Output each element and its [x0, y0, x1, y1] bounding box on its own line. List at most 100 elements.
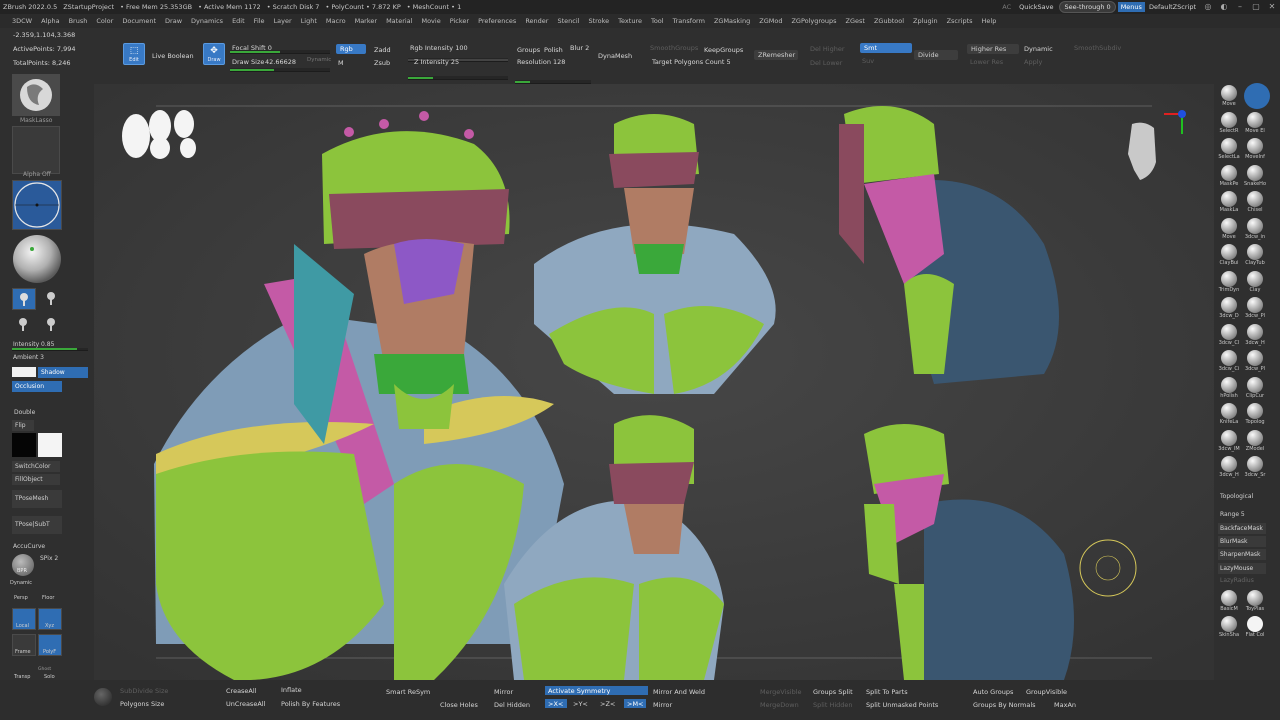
polyf-button[interactable]: PolyF [38, 634, 62, 656]
z-intensity-slider[interactable]: Z Intensity 25 [414, 58, 459, 66]
tpose-subt-button[interactable]: TPose|SubT [12, 516, 62, 534]
menu-item-color[interactable]: Color [96, 17, 113, 25]
intensity-slider[interactable]: Intensity 0.85 [13, 341, 54, 348]
menu-item-draw[interactable]: Draw [165, 17, 182, 25]
merge-visible-button[interactable]: MergeVisible [760, 688, 802, 696]
menu-item-material[interactable]: Material [386, 17, 412, 25]
fill-object-button[interactable]: FillObject [12, 474, 60, 485]
brush-13-l[interactable]: 3dcw_IM [1216, 429, 1242, 452]
close-holes-button[interactable]: Close Holes [440, 701, 478, 709]
range-slider[interactable]: Range 5 [1220, 511, 1245, 518]
menu-item-zgest[interactable]: ZGest [846, 17, 865, 25]
brush-9-r[interactable]: 3dcw_H [1242, 323, 1268, 346]
mirror-2-button[interactable]: Mirror [653, 701, 672, 709]
viewport-canvas[interactable] [94, 84, 1214, 680]
live-boolean-button[interactable]: Live Boolean [152, 52, 194, 60]
del-lower-button[interactable]: Del Lower [810, 59, 842, 67]
intensity-track[interactable] [12, 348, 88, 351]
brush-8-l[interactable]: 3dcw_D [1216, 297, 1242, 319]
brush-10-r[interactable]: 3dcw_Pl [1242, 350, 1268, 372]
material-skin-sha[interactable]: SkinSha [1216, 616, 1242, 638]
zsub-toggle[interactable]: Zsub [374, 59, 390, 67]
close-icon[interactable]: ✕ [1265, 2, 1279, 12]
ghost-button[interactable]: Ghost [38, 667, 51, 672]
menu-item-light[interactable]: Light [301, 17, 317, 25]
blur-mask-button[interactable]: BlurMask [1218, 536, 1266, 547]
polish-toggle[interactable]: Polish [544, 46, 563, 54]
primary-color-swatch[interactable] [38, 433, 62, 457]
groups-by-normals-button[interactable]: Groups By Normals [973, 701, 1036, 709]
backface-mask-toggle[interactable]: BackfaceMask [1218, 523, 1266, 534]
brush-3-r[interactable]: SnakeHo [1242, 164, 1268, 187]
brush-5-l[interactable]: Move [1216, 217, 1242, 240]
suv-toggle[interactable]: Suv [862, 57, 874, 65]
rgb-toggle[interactable]: Rgb [336, 44, 366, 54]
brush-9-l[interactable]: 3dcw_Cl [1216, 323, 1242, 346]
blur-slider[interactable]: Blur 2 [570, 44, 589, 52]
menu-item-movie[interactable]: Movie [421, 17, 440, 25]
menu-item-picker[interactable]: Picker [450, 17, 469, 25]
light-4-button[interactable] [40, 314, 62, 336]
menu-item-zplugin[interactable]: Zplugin [913, 17, 938, 25]
smooth-subdiv-slider[interactable]: SmoothSubdiv [1074, 44, 1121, 52]
groups-toggle[interactable]: Groups [517, 46, 540, 54]
max-angle-slider[interactable]: MaxAn [1054, 701, 1076, 709]
lazy-radius-slider[interactable]: LazyRadius [1220, 577, 1254, 584]
menu-item-preferences[interactable]: Preferences [478, 17, 516, 25]
switch-color-button[interactable]: SwitchColor [12, 461, 60, 472]
smart-resym-button[interactable]: Smart ReSym [386, 688, 430, 696]
target-polygons-slider[interactable]: Target Polygons Count 5 [652, 58, 731, 66]
brush-6-l[interactable]: ClayBui [1216, 244, 1242, 266]
symmetry-x-toggle[interactable]: >X< [545, 699, 567, 708]
dynamic-toggle[interactable]: Dynamic [307, 57, 331, 63]
menu-item-document[interactable]: Document [122, 17, 156, 25]
menu-item-brush[interactable]: Brush [69, 17, 88, 25]
see-through-slider[interactable]: See-through 0 [1059, 1, 1116, 13]
menu-item-zgmasking[interactable]: ZGMasking [714, 17, 750, 25]
brush-10-l[interactable]: 3dcw_Ci [1216, 350, 1242, 372]
brush-4-l[interactable]: MaskLa [1216, 191, 1242, 213]
symmetry-y-toggle[interactable]: >Y< [573, 700, 588, 708]
crease-all-button[interactable]: CreaseAll [226, 687, 257, 695]
material-toy-plas[interactable]: ToyPlas [1242, 590, 1268, 612]
brush-6-r[interactable]: ClayTub [1242, 244, 1268, 266]
material-flat-col[interactable]: Flat Col [1242, 616, 1268, 638]
layout-icon[interactable]: ◐ [1217, 2, 1231, 12]
symmetry-z-toggle[interactable]: >Z< [600, 700, 615, 708]
brush-7-r[interactable]: Clay [1242, 270, 1268, 293]
menu-item-zscripts[interactable]: Zscripts [947, 17, 973, 25]
edit-button[interactable]: ⬚ Edit [123, 43, 145, 65]
menu-item-stroke[interactable]: Stroke [588, 17, 609, 25]
move-gizmo-icon[interactable] [1244, 83, 1270, 109]
material-thumbnail[interactable] [12, 234, 62, 284]
flip-toggle[interactable]: Flip [12, 420, 34, 431]
del-hidden-button[interactable]: Del Hidden [494, 701, 530, 709]
brush-thumbnail[interactable] [12, 74, 60, 116]
shadow-color-swatch[interactable] [12, 367, 36, 377]
menu-item-3dcw[interactable]: 3DCW [12, 17, 32, 25]
higher-res-button[interactable]: Higher Res [967, 44, 1019, 54]
menu-item-zgubtool[interactable]: ZGubtool [874, 17, 904, 25]
spix-slider[interactable]: SPix 2 [40, 555, 58, 562]
brush-1-r[interactable]: Move El [1242, 111, 1268, 134]
lower-res-button[interactable]: Lower Res [970, 58, 1003, 66]
double-toggle[interactable]: Double [14, 409, 35, 416]
stroke-thumbnail[interactable] [12, 180, 62, 230]
brush-3-l[interactable]: MaskPe [1216, 164, 1242, 187]
brush-4-r[interactable]: Chisel [1242, 191, 1268, 213]
m-toggle[interactable]: M [338, 59, 344, 67]
menu-item-texture[interactable]: Texture [618, 17, 642, 25]
dynamesh-button[interactable]: DynaMesh [598, 52, 632, 60]
smooth-groups-toggle[interactable]: SmoothGroups [650, 44, 698, 52]
groups-split-button[interactable]: Groups Split [813, 688, 853, 696]
xyz-button[interactable]: Xyz [38, 608, 62, 630]
menu-item-dynamics[interactable]: Dynamics [191, 17, 223, 25]
minimize-icon[interactable]: – [1233, 2, 1247, 12]
maximize-icon[interactable]: ▢ [1249, 2, 1263, 12]
keep-groups-toggle[interactable]: KeepGroups [704, 46, 743, 54]
topological-toggle[interactable]: Topological [1220, 493, 1253, 500]
apply-button[interactable]: Apply [1024, 58, 1042, 66]
brush-12-l[interactable]: KnifeLa [1216, 403, 1242, 425]
draw-size-value[interactable]: 42.66628 [265, 58, 296, 66]
local-button[interactable]: Local [12, 608, 36, 630]
